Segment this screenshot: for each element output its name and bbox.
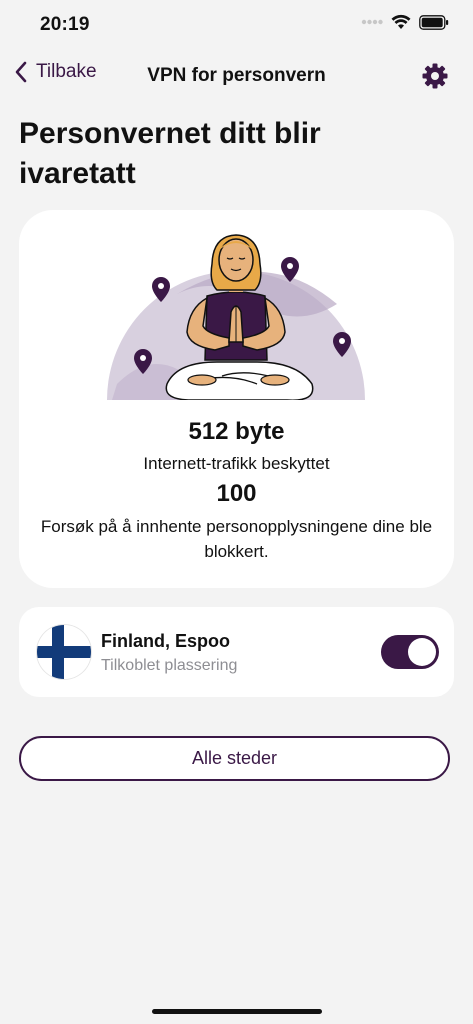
meditating-person-illustration xyxy=(107,234,365,400)
home-indicator[interactable] xyxy=(152,1009,322,1014)
page-title: Personvernet ditt blir ivaretatt xyxy=(19,117,321,190)
toggle-knob xyxy=(408,638,436,666)
nav-title: VPN for personvern xyxy=(147,65,326,86)
vpn-connection-toggle[interactable] xyxy=(381,635,439,669)
protected-traffic-label: Internett-trafikk beskyttet xyxy=(143,454,330,473)
location-name: Finland, Espoo xyxy=(101,631,230,651)
current-location-card: Finland, Espoo Tilkoblet plassering xyxy=(19,607,454,697)
gear-icon xyxy=(422,63,448,89)
status-bar: 20:19 xyxy=(0,0,473,50)
battery-icon xyxy=(419,14,449,30)
privacy-stats-card: 512 byte Internett-trafikk beskyttet 100… xyxy=(19,210,454,588)
all-locations-button[interactable]: Alle steder xyxy=(19,736,450,781)
blocked-attempts-label: Forsøk på å innhente personopplysningene… xyxy=(40,517,433,561)
location-status: Tilkoblet plassering xyxy=(101,657,238,674)
blocked-attempts-value: 100 xyxy=(216,480,257,507)
signal-dots-icon xyxy=(361,19,383,25)
finland-flag-icon xyxy=(37,625,91,679)
protected-traffic-value: 512 byte xyxy=(188,418,285,445)
wifi-icon xyxy=(391,14,411,29)
status-time: 20:19 xyxy=(40,14,90,35)
status-icons xyxy=(361,14,449,30)
settings-button[interactable] xyxy=(421,62,449,90)
navigation-bar: Tilbake VPN for personvern xyxy=(0,52,473,100)
